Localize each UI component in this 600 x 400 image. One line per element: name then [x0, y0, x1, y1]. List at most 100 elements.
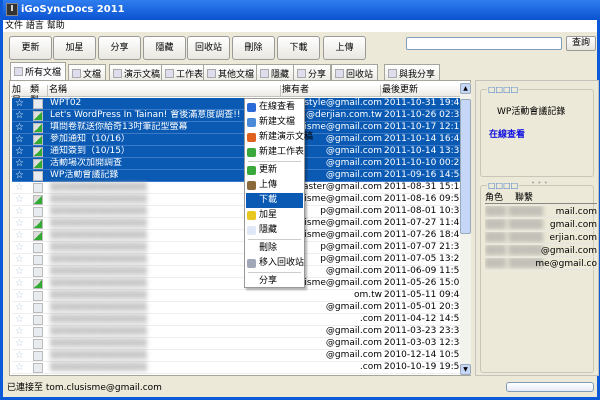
star-icon[interactable]: ☆ [15, 338, 27, 349]
table-row[interactable]: ☆ ▒▒▒▒▒▒▒▒▒▒▒▒▒▒ .com2010-10-19 19:50:43 [12, 362, 462, 374]
table-row[interactable]: ☆ ▒▒▒▒▒▒▒▒▒▒▒▒▒▒ @gmail.com 2011-03-23 23:3… [12, 326, 462, 338]
menu-item[interactable]: 加星 [246, 208, 303, 223]
toolbar-button[interactable]: 下載 [277, 36, 320, 60]
star-icon[interactable]: ☆ [15, 122, 27, 133]
star-icon[interactable]: ☆ [15, 254, 27, 265]
table-row[interactable]: ☆WPT02style@gmail.com2011-10-31 19:42:07 [12, 98, 462, 110]
scroll-down-icon[interactable]: ▼ [460, 364, 471, 375]
tab-8[interactable]: 與我分享 [384, 64, 441, 80]
star-icon[interactable]: ☆ [15, 146, 27, 157]
doc-date: 2011-07-26 18:43:44 [384, 230, 462, 240]
table-row[interactable]: ☆ ▒▒▒▒▒▒▒▒▒▒▒▒▒▒ @gmail.com 2010-12-14 10:5… [12, 350, 462, 362]
star-icon[interactable]: ☆ [15, 194, 27, 205]
table-row[interactable]: ☆通知簽到（10/15）@gmail.com2011-10-14 13:32:3… [12, 146, 462, 158]
toolbar-button[interactable]: 刪除 [232, 36, 275, 60]
tab-7[interactable]: 回收站 [331, 64, 379, 80]
menu-item[interactable]: 刪除 [246, 241, 303, 256]
table-row[interactable]: ☆ ▒▒▒▒▒▒▒▒▒▒▒▒▒▒ @gmail.com 2011-06-09 11:5… [12, 266, 462, 278]
menu-item[interactable]: 更新 [246, 163, 303, 178]
table-row[interactable]: ☆ ▒▒▒▒▒▒▒▒▒▒▒▒▒▒ isisme@gmail.com 2011-05-2… [12, 278, 462, 290]
tab-icon [207, 69, 216, 78]
menu-item[interactable]: 新建文檔 [246, 115, 303, 130]
search-input[interactable] [406, 37, 562, 50]
toolbar-button[interactable]: 隱藏 [143, 36, 186, 60]
column-header[interactable]: 最後更新 [381, 85, 461, 97]
table-row[interactable]: ☆參加通知（10/16）@gmail.com2011-10-14 16:48:3… [12, 134, 462, 146]
star-icon[interactable]: ☆ [15, 314, 27, 325]
vertical-scrollbar[interactable]: ▲ ▼ [460, 83, 471, 375]
column-header[interactable]: 名稱 [48, 85, 281, 97]
star-icon[interactable]: ☆ [15, 242, 27, 253]
doc-icon [33, 351, 43, 361]
star-icon[interactable]: ☆ [15, 218, 27, 229]
tab-3[interactable]: 工作表 [161, 64, 209, 80]
column-header[interactable]: 加星 [11, 85, 30, 106]
doc-owner: @gmail.com [325, 326, 382, 336]
menu-item[interactable]: 隱藏 [246, 223, 303, 238]
star-icon[interactable]: ☆ [15, 206, 27, 217]
star-icon[interactable]: ☆ [15, 278, 27, 289]
tab-6[interactable]: 分享 [293, 64, 332, 80]
toolbar-button[interactable]: 回收站 [187, 36, 230, 60]
star-icon[interactable]: ☆ [15, 302, 27, 313]
table-row[interactable]: ☆ ▒▒▒▒▒▒▒▒▒▒▒▒▒▒ isisme@gmail.com 2011-07-2… [12, 230, 462, 242]
toolbar-button[interactable]: 更新 [9, 36, 52, 60]
doc-date: 2011-05-26 15:07:09 [384, 278, 462, 288]
table-row[interactable]: ☆ ▒▒▒▒▒▒▒▒▒▒▒▒▒▒ p@gmail.com 2011-08-01 10:… [12, 206, 462, 218]
doc-date: 2011-10-14 13:32:36 [384, 146, 462, 156]
star-icon[interactable]: ☆ [15, 182, 27, 193]
tab-4[interactable]: 其他文檔 [203, 64, 260, 80]
star-icon[interactable]: ☆ [15, 98, 27, 109]
search-button[interactable]: 查詢 [566, 36, 596, 51]
star-icon[interactable]: ☆ [15, 362, 27, 373]
star-icon[interactable]: ☆ [15, 266, 27, 277]
table-row[interactable]: ☆ ▒▒▒▒▒▒▒▒▒▒▒▒▒▒ p@gmail.com 2011-07-05 13:… [12, 254, 462, 266]
star-icon[interactable]: ☆ [15, 290, 27, 301]
toolbar-button[interactable]: 分享 [98, 36, 141, 60]
scroll-thumb[interactable] [460, 99, 471, 234]
tab-1[interactable]: 文檔 [68, 64, 107, 80]
tab-5[interactable]: 隱藏 [256, 64, 295, 80]
table-row[interactable]: ☆ ▒▒▒▒▒▒▒▒▒▒▒▒▒▒ isisme@gmail.com 2011-07-2… [12, 218, 462, 230]
star-icon[interactable]: ☆ [15, 350, 27, 361]
tab-2[interactable]: 演示文稿 [109, 64, 166, 80]
toolbar-button[interactable]: 加星 [53, 36, 96, 60]
star-icon[interactable]: ☆ [15, 230, 27, 241]
table-row[interactable]: ☆ ▒▒▒▒▒▒▒▒▒▒▒▒▒▒ p@gmail.com 2011-07-07 21:… [12, 242, 462, 254]
star-icon[interactable]: ☆ [15, 326, 27, 337]
tab-0[interactable]: 所有文檔 [10, 62, 67, 81]
table-row[interactable]: ☆活動場次加開調查@gmail.com2011-10-10 00:24:32 [12, 158, 462, 170]
star-icon[interactable]: ☆ [15, 134, 27, 145]
column-header[interactable]: 擁有者 [281, 85, 381, 97]
menu-item[interactable]: 分享 [246, 274, 303, 289]
tab-label: 回收站 [346, 70, 374, 80]
member-row[interactable]: ▒▒▒ ▒▒▒▒▒ gmail.com [485, 219, 597, 231]
star-icon[interactable]: ☆ [15, 170, 27, 181]
menu-item[interactable]: 新建演示文稿 [246, 130, 313, 145]
table-row[interactable]: ☆WP活動會議記錄@gmail.com2011-09-16 14:54:30 [12, 170, 462, 182]
menu-item[interactable]: 在線查看 [246, 100, 303, 115]
table-row[interactable]: ☆ ▒▒▒▒▒▒▒▒▒▒▒▒▒▒ @gmail.com 2011-05-01 20:3… [12, 302, 462, 314]
menu-item[interactable]: 下載 [246, 193, 303, 208]
table-row[interactable]: ☆ 填問卷就送你給奇13吋筆記型螢幕 isisme@gmail.com 2011-10… [12, 122, 462, 134]
table-row[interactable]: ☆ ▒▒▒▒▒▒▒▒▒▒▒▒▒▒ isisme@gmail.com 2011-08-1… [12, 194, 462, 206]
table-row[interactable]: ☆ ▒▒▒▒▒▒▒▒▒▒▒▒▒▒ .com2011-04-12 14:56:42 [12, 314, 462, 326]
table-row[interactable]: ☆ Let's WordPress In Tainan! 會後滿意度調查!! @de… [12, 110, 462, 122]
menu-item[interactable]: 移入回收站 [246, 256, 304, 271]
scroll-up-icon[interactable]: ▲ [460, 83, 471, 94]
star-icon[interactable]: ☆ [15, 158, 27, 169]
member-row[interactable]: ▒▒▒ ▒▒▒▒▒ erjian.com [485, 232, 597, 244]
table-row[interactable]: ☆ ▒▒▒▒▒▒▒▒▒▒▒▒▒▒ @gmail.com 2011-03-03 12:3… [12, 338, 462, 350]
view-online-link[interactable]: 在線查看 [489, 127, 525, 140]
star-icon[interactable]: ☆ [15, 110, 27, 121]
table-row[interactable]: ☆ ▒▒▒▒▒▒▒▒▒▒▒▒▒▒ om.tw2011-05-11 09:44:56 [12, 290, 462, 302]
menu-bar[interactable]: 文件 語言 幫助 [3, 20, 597, 32]
member-row[interactable]: ▒▒▒ ▒▒▒▒▒ me@gmail.co [485, 258, 597, 270]
member-row[interactable]: ▒▒▒ ▒▒▒▒▒ mail.com [485, 206, 597, 218]
member-row[interactable]: ▒▒▒ ▒▒▒▒▒ @gmail.com [485, 245, 597, 257]
menu-item[interactable]: 新建工作表 [246, 145, 304, 160]
column-header[interactable]: 類型 [29, 85, 48, 106]
table-row[interactable]: ☆ ▒▒▒▒▒▒▒▒▒▒▒▒▒▒ hmaster@gmail.com 2011-08-… [12, 182, 462, 194]
toolbar-button[interactable]: 上傳 [323, 36, 366, 60]
menu-item[interactable]: 上傳 [246, 178, 303, 193]
